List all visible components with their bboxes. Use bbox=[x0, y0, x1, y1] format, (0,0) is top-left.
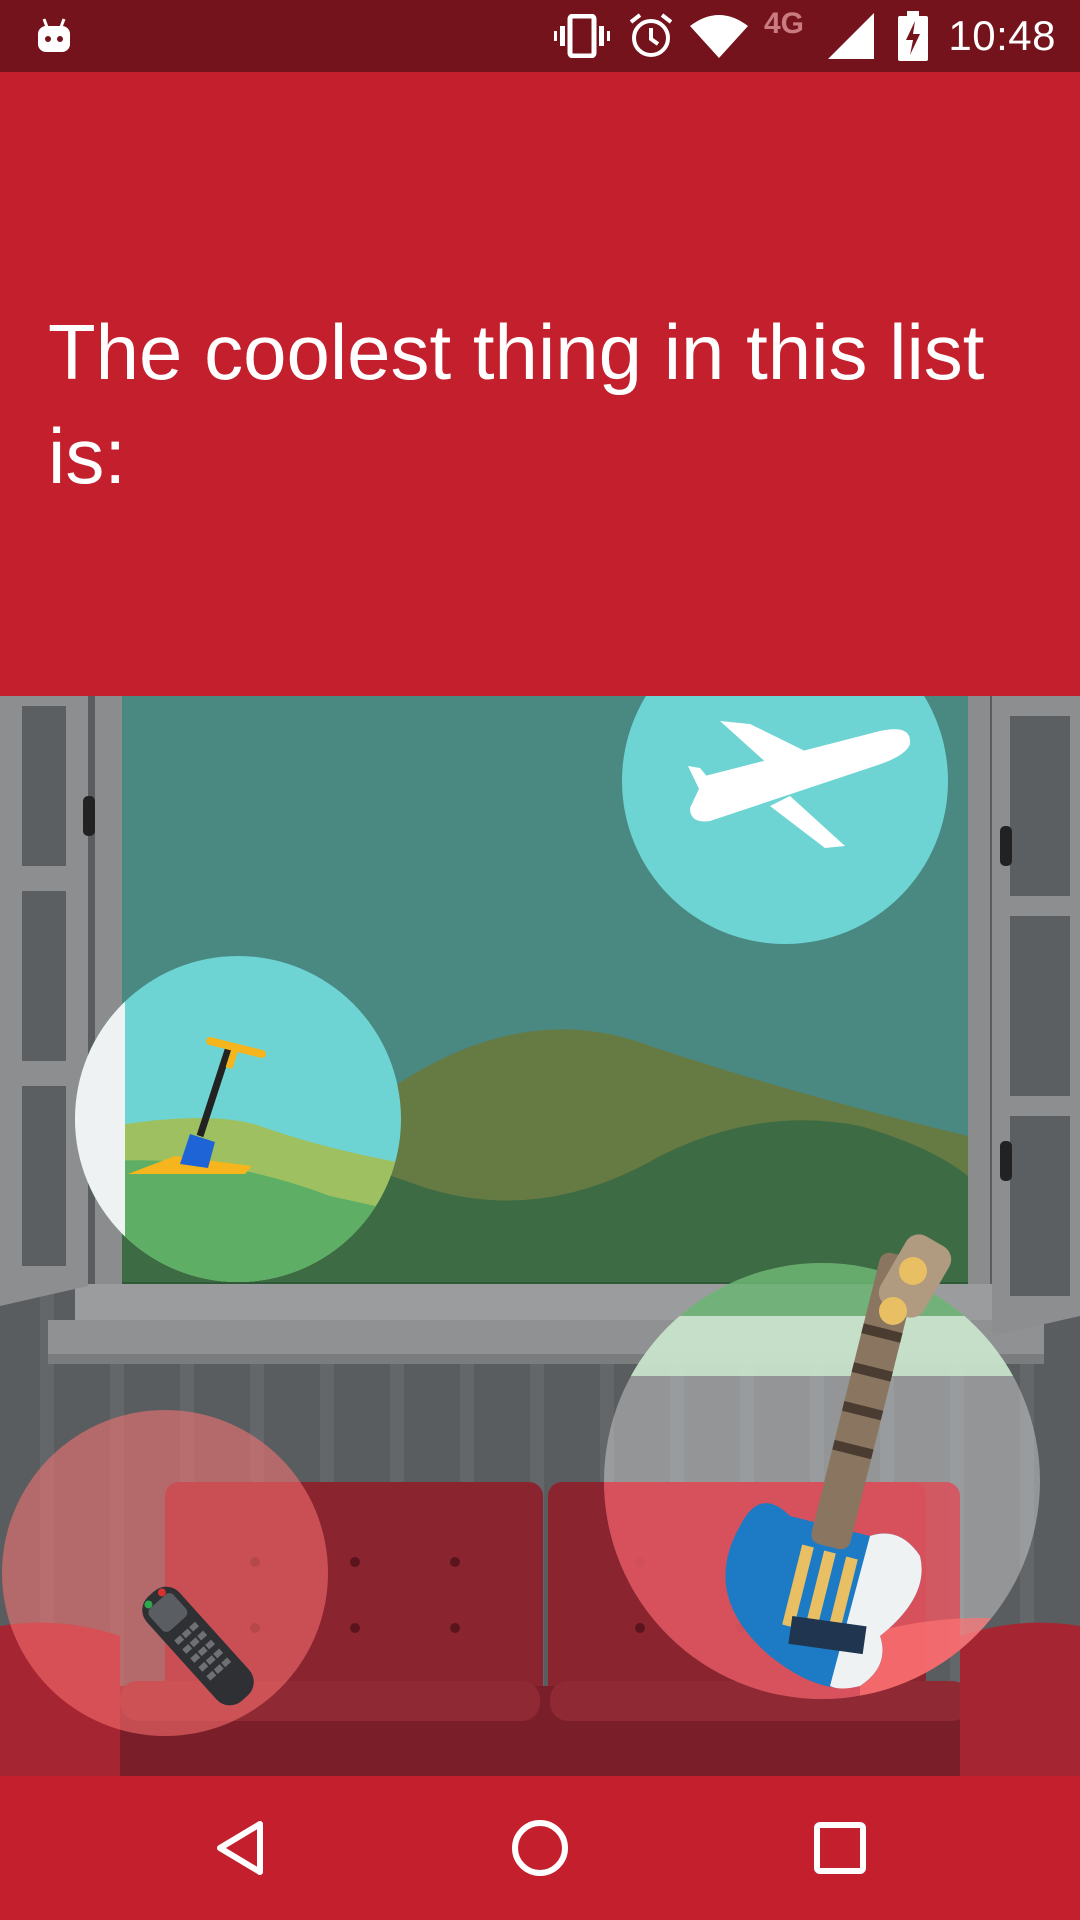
home-circle-icon bbox=[512, 1820, 568, 1876]
scene-illustration bbox=[0, 696, 1080, 1776]
back-button[interactable] bbox=[190, 1798, 290, 1898]
home-button[interactable] bbox=[490, 1798, 590, 1898]
signal-icon bbox=[828, 0, 874, 72]
navigation-bar bbox=[0, 1776, 1080, 1920]
alarm-icon bbox=[628, 0, 674, 72]
vibrate-icon bbox=[554, 0, 610, 72]
battery-charging-icon bbox=[898, 0, 928, 72]
wifi-icon bbox=[690, 0, 748, 72]
status-time: 10:48 bbox=[948, 12, 1056, 59]
network-type-label: 4G bbox=[764, 7, 805, 40]
back-triangle-icon bbox=[217, 1821, 263, 1875]
question-header: The coolest thing in this list is: bbox=[0, 72, 1080, 696]
question-text: The coolest thing in this list is: bbox=[48, 308, 985, 500]
recents-button[interactable] bbox=[790, 1798, 890, 1898]
status-bar: 4G 10:48 bbox=[0, 0, 1080, 72]
option-tv-remote[interactable] bbox=[2, 1410, 328, 1736]
android-notification-icon bbox=[36, 0, 72, 72]
recents-square-icon bbox=[814, 1822, 866, 1874]
